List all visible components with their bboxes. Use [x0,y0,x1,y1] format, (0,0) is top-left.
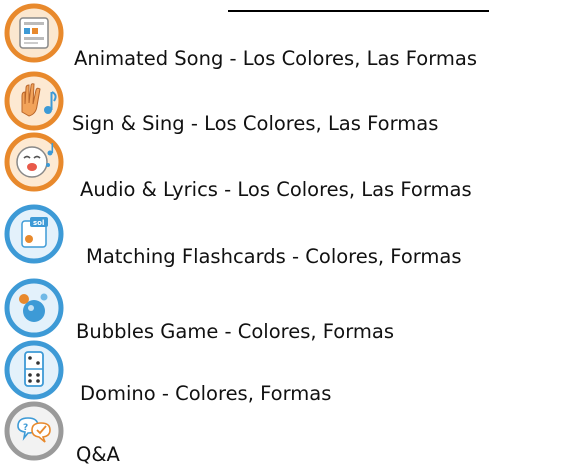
svg-text:?: ? [23,423,28,433]
activity-label: Audio & Lyrics - Los Colores, Las Formas [80,178,472,201]
activity-label: Matching Flashcards - Colores, Formas [86,245,462,268]
activity-label: Q&A [76,443,120,466]
singing-face-icon [4,131,66,193]
domino-icon [4,339,66,401]
activity-matching-flashcards[interactable]: sol Matching Flashcards - Colores, Forma… [0,203,569,268]
activity-bubbles-game[interactable]: Bubbles Game - Colores, Formas [0,277,569,343]
animated-song-icon [4,2,66,64]
activity-q-and-a[interactable]: ? Q&A [0,400,569,466]
activity-animated-song[interactable]: Animated Song - Los Colores, Las Formas [0,2,569,70]
activity-label: Animated Song - Los Colores, Las Formas [74,47,478,70]
sign-language-hand-icon [4,70,66,132]
flashcards-icon: sol [4,203,66,265]
speech-bubbles-icon: ? [4,400,66,462]
activity-audio-and-lyrics[interactable]: Audio & Lyrics - Los Colores, Las Formas [0,131,569,201]
bubbles-icon [4,277,66,339]
activity-domino[interactable]: Domino - Colores, Formas [0,339,569,405]
svg-text:sol: sol [33,219,44,227]
activity-sign-and-sing[interactable]: Sign & Sing - Los Colores, Las Formas [0,70,569,135]
